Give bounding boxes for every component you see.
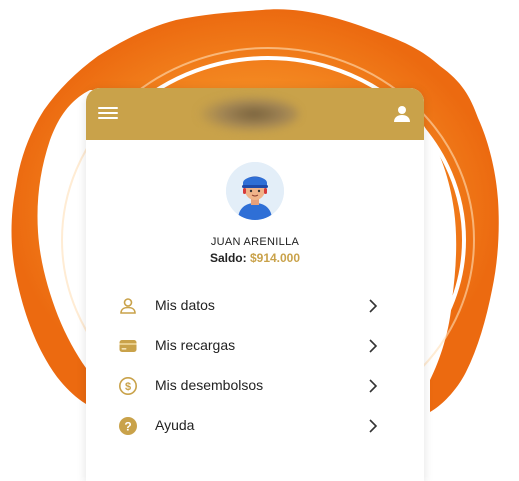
help-circle-icon: ?	[119, 417, 137, 435]
app-card: JUAN ARENILLA Saldo: $914.000 Mis datos …	[86, 88, 424, 481]
balance-amount: $914.000	[249, 251, 301, 265]
user-name: JUAN ARENILLA	[210, 236, 300, 248]
hamburger-menu-icon[interactable]	[98, 104, 118, 124]
menu-item-label: Ayuda	[155, 417, 195, 433]
menu-item-mis-desembolsos[interactable]: $ Mis desembolsos	[86, 366, 424, 406]
menu-item-mis-recargas[interactable]: Mis recargas	[86, 326, 424, 366]
brand-logo	[199, 96, 299, 132]
balance: Saldo: $914.000	[86, 251, 424, 265]
svg-text:$: $	[125, 381, 131, 393]
chevron-right-icon	[369, 379, 378, 393]
chevron-right-icon	[369, 299, 378, 313]
chevron-right-icon	[369, 419, 378, 433]
balance-label: Saldo:	[209, 251, 247, 265]
menu-list: Mis datos Mis recargas $ Mis desembolsos	[86, 286, 424, 446]
dollar-circle-icon: $	[119, 377, 137, 395]
chevron-right-icon	[369, 339, 378, 353]
wallet-icon	[119, 340, 137, 352]
person-icon[interactable]	[392, 104, 412, 124]
menu-item-label: Mis recargas	[155, 337, 236, 353]
svg-text:?: ?	[124, 420, 131, 434]
menu-item-label: Mis datos	[155, 297, 215, 313]
top-app-bar	[86, 88, 424, 140]
user-avatar-icon	[226, 162, 284, 220]
menu-item-mis-datos[interactable]: Mis datos	[86, 286, 424, 326]
person-outline-icon	[120, 298, 136, 314]
menu-item-ayuda[interactable]: ? Ayuda	[86, 406, 424, 446]
menu-item-label: Mis desembolsos	[155, 377, 264, 393]
